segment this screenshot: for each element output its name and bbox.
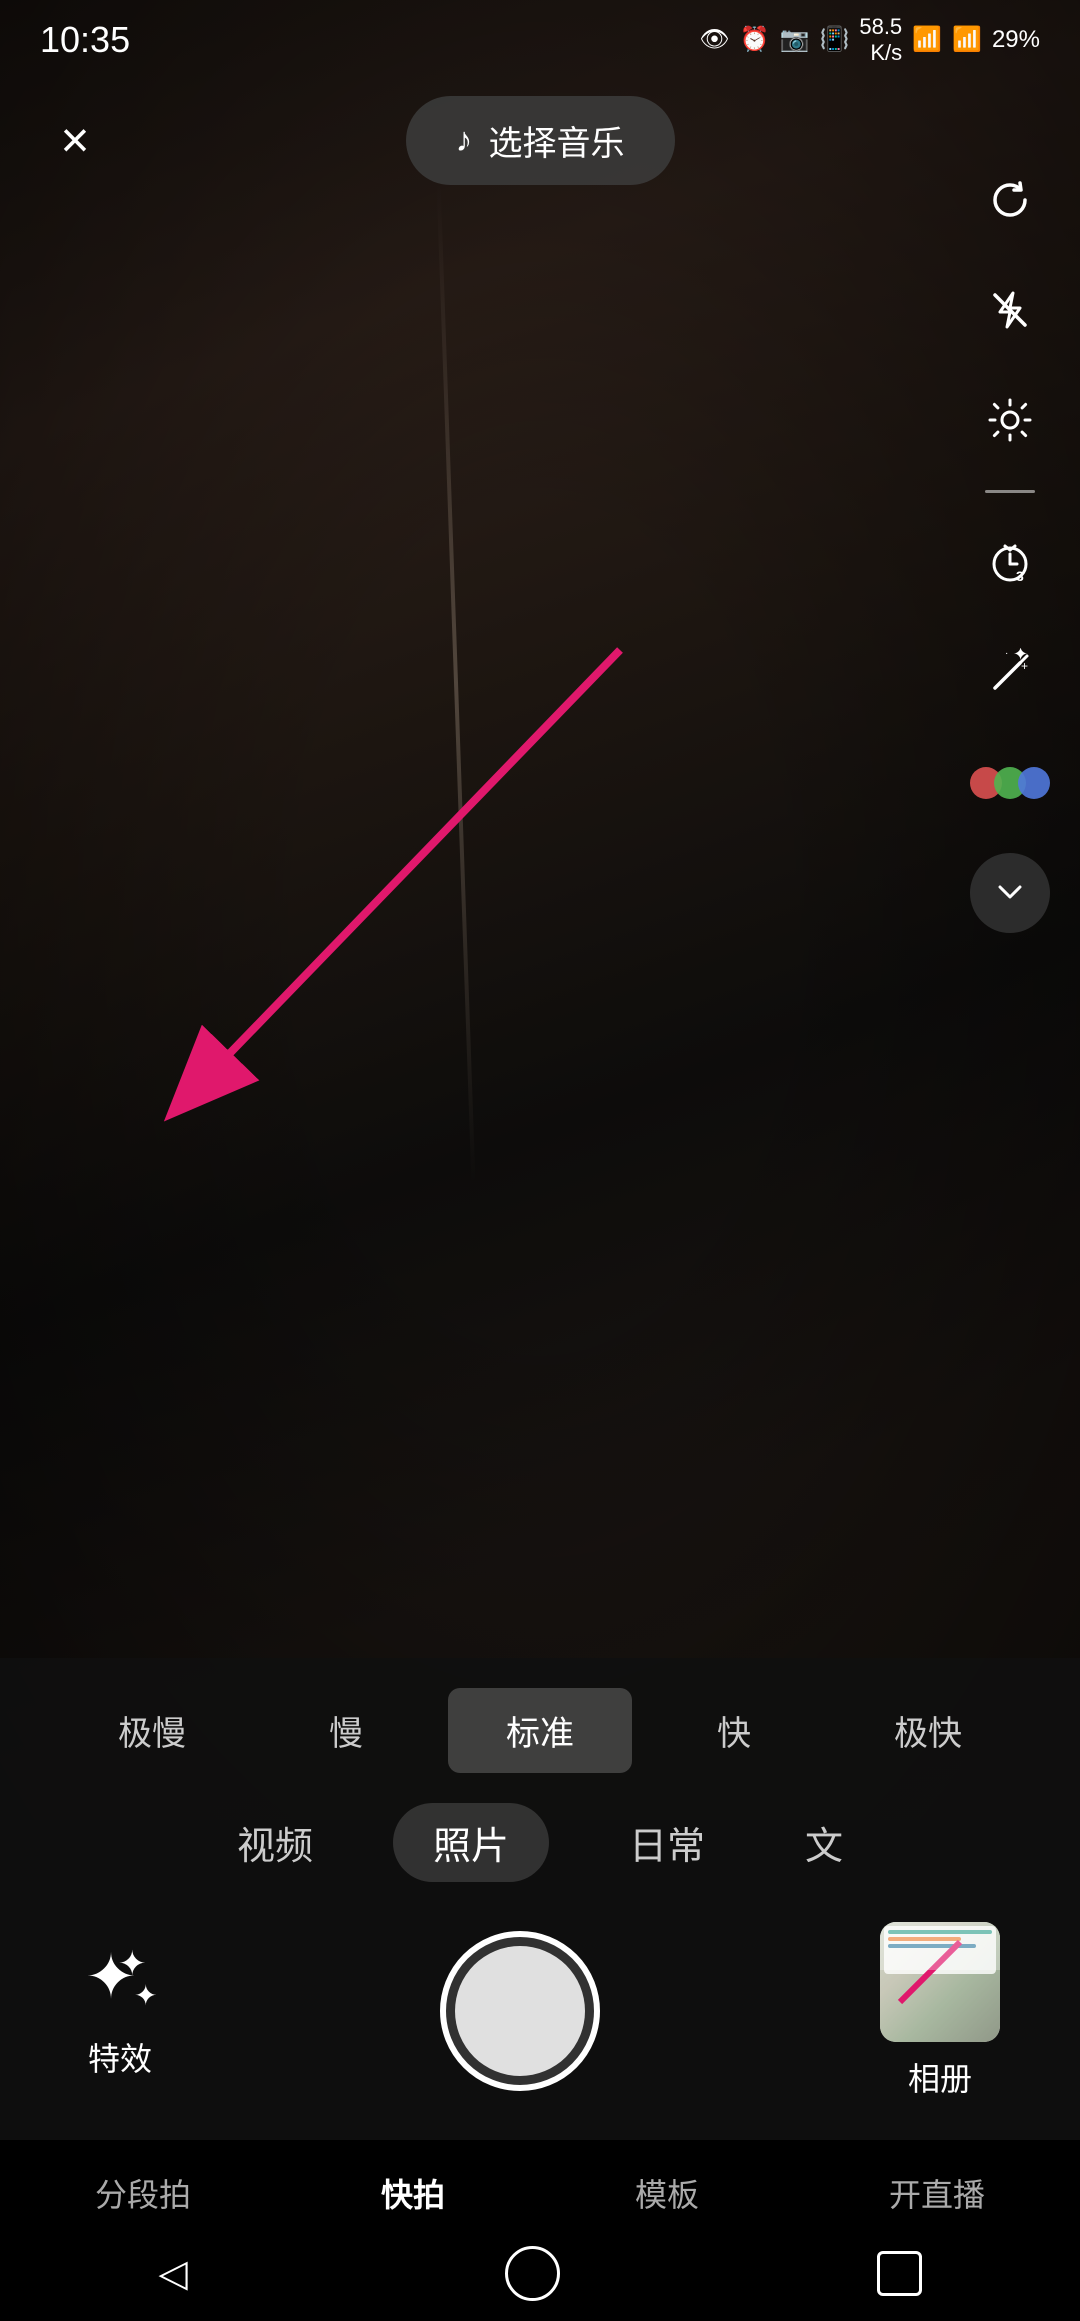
camera-icon: 📷 (780, 28, 810, 52)
music-note-icon: ♪ (456, 121, 473, 160)
color-circles-button[interactable] (970, 743, 1050, 823)
magic-wand-icon: ✦ + · (985, 648, 1035, 698)
light-streak (436, 182, 475, 1183)
android-nav: ◁ (0, 2236, 1080, 2321)
mode-video[interactable]: 视频 (217, 1805, 333, 1880)
speed-option-very-fast[interactable]: 极快 (836, 1688, 1020, 1773)
mode-selector: 视频 照片 日常 文 (0, 1793, 1080, 1902)
timer-button[interactable]: 3 (970, 523, 1050, 603)
mode-photo[interactable]: 照片 (393, 1803, 549, 1882)
eye-icon: 👁 (699, 28, 729, 52)
effects-button[interactable]: ✦ ✦ ✦ 特效 (80, 1943, 160, 2080)
camera-viewfinder (0, 0, 1080, 1820)
flash-off-button[interactable] (970, 270, 1050, 350)
right-toolbar: 3 ✦ + · (970, 160, 1050, 933)
home-button[interactable] (505, 2246, 560, 2301)
album-thumb-content (880, 1922, 1000, 2042)
album-label: 相册 (908, 2054, 972, 2100)
music-select-button[interactable]: ♪ 选择音乐 (406, 96, 675, 185)
shutter-inner (455, 1946, 585, 2076)
settings-icon (985, 395, 1035, 445)
blue-circle (1018, 767, 1050, 799)
svg-text:✦: ✦ (118, 1945, 147, 1983)
status-bar: 10:35 👁 ⏰ 📷 📳 58.5 K/s 📶 📶 29% (0, 0, 1080, 80)
settings-button[interactable] (970, 380, 1050, 460)
alarm-icon: ⏰ (740, 28, 770, 52)
effects-label: 特效 (88, 2034, 152, 2080)
nav-tab-quick[interactable]: 快拍 (361, 2160, 465, 2226)
shutter-area: ✦ ✦ ✦ 特效 (0, 1902, 1080, 2140)
battery-percent: 29% (992, 28, 1040, 52)
shutter-button[interactable] (440, 1931, 600, 2091)
mode-daily[interactable]: 日常 (609, 1805, 725, 1880)
speed-option-very-slow[interactable]: 极慢 (60, 1688, 244, 1773)
speed-option-slow[interactable]: 慢 (254, 1688, 438, 1773)
speed-option-standard[interactable]: 标准 (448, 1688, 632, 1773)
speed-option-fast[interactable]: 快 (642, 1688, 826, 1773)
refresh-icon (985, 175, 1035, 225)
chevron-down-icon (992, 875, 1028, 911)
top-bar: × ♪ 选择音乐 (0, 80, 1080, 200)
svg-text:+: + (1021, 659, 1028, 673)
network-speed: 58.5 K/s (859, 14, 902, 67)
album-thumbnail (880, 1922, 1000, 2042)
signal-icon: 📶 (952, 28, 982, 52)
album-button[interactable]: 相册 (880, 1922, 1000, 2100)
svg-text:·: · (1005, 648, 1008, 659)
music-button-label: 选择音乐 (489, 116, 625, 165)
svg-text:✦: ✦ (134, 1980, 157, 2011)
more-options-button[interactable] (970, 853, 1050, 933)
bottom-panel: 极慢 慢 标准 快 极快 视频 照片 日常 文 ✦ ✦ ✦ 特效 (0, 1658, 1080, 2140)
vibrate-icon: 📳 (819, 28, 849, 52)
nav-tab-live[interactable]: 开直播 (869, 2160, 1005, 2226)
effects-sparkle-icon: ✦ ✦ ✦ (80, 1943, 160, 2022)
color-circles (970, 767, 1050, 799)
magic-wand-button[interactable]: ✦ + · (970, 633, 1050, 713)
wifi-icon: 📶 (912, 28, 942, 52)
status-time: 10:35 (40, 19, 130, 61)
timer-icon: 3 (983, 536, 1038, 591)
nav-tab-template[interactable]: 模板 (615, 2160, 719, 2226)
status-icons: 👁 ⏰ 📷 📳 58.5 K/s 📶 📶 29% (699, 14, 1040, 67)
nav-tabs: 分段拍 快拍 模板 开直播 (0, 2140, 1080, 2236)
svg-text:3: 3 (1016, 568, 1024, 584)
flash-off-icon (985, 285, 1035, 335)
close-button[interactable]: × (40, 105, 110, 175)
bottom-nav: 分段拍 快拍 模板 开直播 ◁ (0, 2140, 1080, 2310)
recent-apps-button[interactable] (877, 2251, 922, 2296)
nav-tab-segment[interactable]: 分段拍 (75, 2160, 211, 2226)
toolbar-divider (985, 490, 1035, 493)
refresh-button[interactable] (970, 160, 1050, 240)
speed-selector: 极慢 慢 标准 快 极快 (0, 1658, 1080, 1793)
mode-text[interactable]: 文 (785, 1805, 863, 1880)
back-button[interactable]: ◁ (158, 2251, 187, 2296)
